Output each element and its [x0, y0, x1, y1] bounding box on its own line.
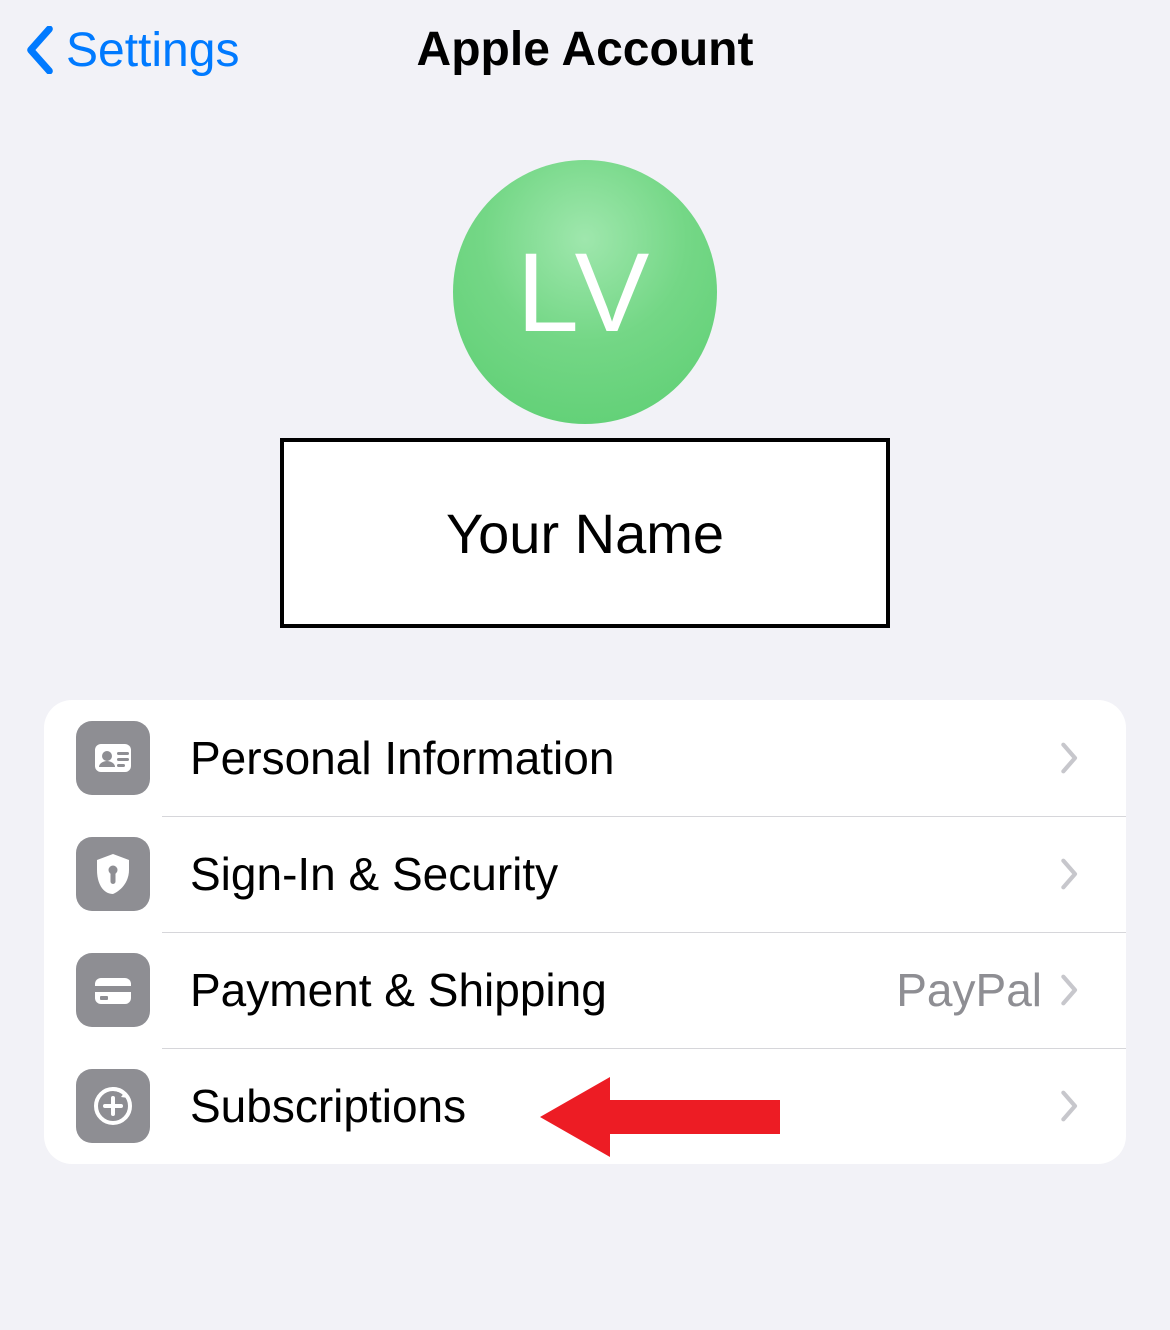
credit-card-icon [76, 953, 150, 1027]
row-label: Sign-In & Security [190, 847, 1060, 901]
row-subscriptions[interactable]: Subscriptions [44, 1048, 1126, 1164]
profile-section: LV Your Name [0, 160, 1170, 628]
subscription-icon [76, 1069, 150, 1143]
settings-group: Personal Information Sign-In & Security [44, 700, 1126, 1164]
display-name-box: Your Name [280, 438, 890, 628]
row-value: PayPal [896, 963, 1042, 1017]
id-card-icon [76, 721, 150, 795]
display-name: Your Name [446, 501, 724, 566]
chevron-left-icon [18, 22, 62, 78]
back-label: Settings [66, 23, 239, 78]
chevron-right-icon [1060, 973, 1094, 1007]
row-signin-security[interactable]: Sign-In & Security [44, 816, 1126, 932]
row-label: Subscriptions [190, 1079, 1060, 1133]
avatar-initials: LV [517, 228, 654, 357]
lock-shield-icon [76, 837, 150, 911]
page-title: Apple Account [417, 22, 754, 77]
row-label: Personal Information [190, 731, 1060, 785]
chevron-right-icon [1060, 1089, 1094, 1123]
row-personal-information[interactable]: Personal Information [44, 700, 1126, 816]
back-button[interactable]: Settings [18, 22, 239, 78]
row-payment-shipping[interactable]: Payment & Shipping PayPal [44, 932, 1126, 1048]
chevron-right-icon [1060, 741, 1094, 775]
row-label: Payment & Shipping [190, 963, 896, 1017]
avatar[interactable]: LV [453, 160, 717, 424]
navbar: Settings Apple Account [0, 0, 1170, 100]
chevron-right-icon [1060, 857, 1094, 891]
